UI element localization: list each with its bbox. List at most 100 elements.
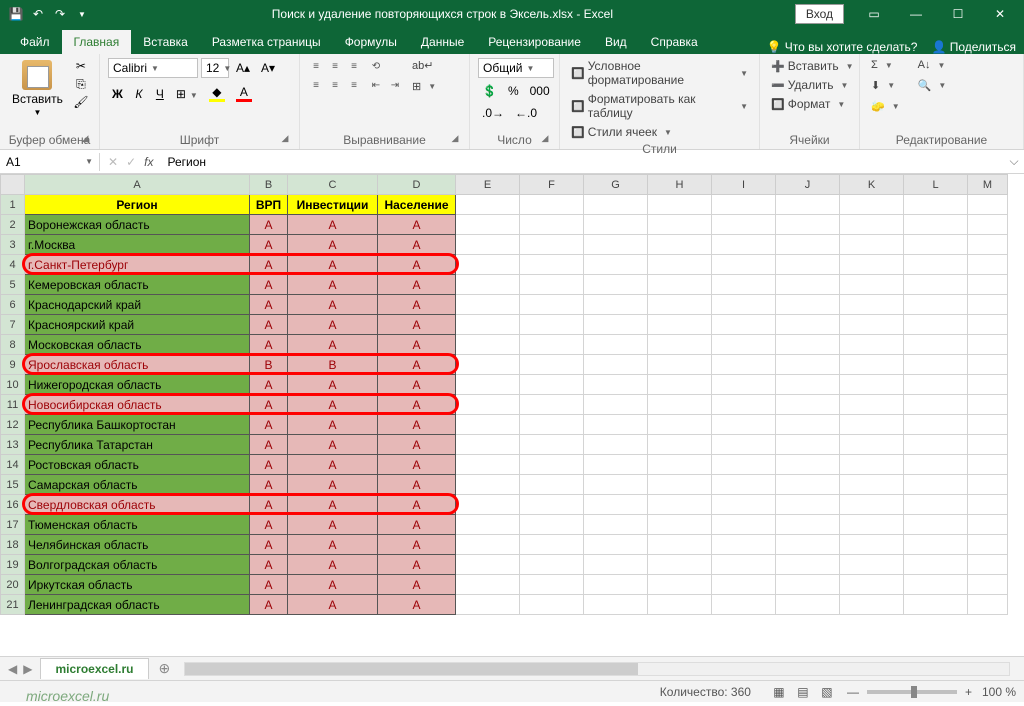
cell[interactable] [648,375,712,395]
sheet-nav-prev-icon[interactable]: ◀ [8,662,17,676]
cell[interactable]: Воронежская область [25,215,250,235]
cell[interactable] [776,475,840,495]
maximize-icon[interactable]: ☐ [938,0,978,28]
align-bottom-icon[interactable]: ≡ [346,58,362,74]
fill-color-button[interactable]: ◆ [205,83,229,104]
cell[interactable] [456,535,520,555]
cell[interactable]: A [378,315,456,335]
cell[interactable]: A [288,535,378,555]
cell[interactable]: A [250,335,288,355]
cell[interactable] [584,555,648,575]
cell[interactable] [904,255,968,275]
cell[interactable]: A [250,595,288,615]
cell[interactable] [712,555,776,575]
cell[interactable] [712,595,776,615]
cell[interactable] [456,235,520,255]
cell[interactable] [456,575,520,595]
cell[interactable] [968,355,1008,375]
cell[interactable] [648,575,712,595]
row-header[interactable]: 4 [1,255,25,275]
row-header[interactable]: 5 [1,275,25,295]
cell[interactable] [776,295,840,315]
fill-button[interactable]: ⬇▼ [868,78,903,93]
cell[interactable] [776,575,840,595]
cell[interactable]: Свердловская область [25,495,250,515]
cell[interactable]: A [250,275,288,295]
cell[interactable] [904,375,968,395]
cell[interactable] [968,535,1008,555]
cell[interactable] [584,495,648,515]
clear-button[interactable]: 🧽▼ [868,99,903,114]
tab-review[interactable]: Рецензирование [476,30,593,54]
cell[interactable]: Республика Татарстан [25,435,250,455]
cell[interactable] [520,315,584,335]
cell[interactable] [968,435,1008,455]
cell[interactable]: A [378,595,456,615]
cell[interactable] [840,275,904,295]
cell[interactable]: Кемеровская область [25,275,250,295]
cell[interactable] [904,275,968,295]
cell[interactable] [712,535,776,555]
row-header[interactable]: 2 [1,215,25,235]
cell[interactable] [840,395,904,415]
cell[interactable]: A [250,515,288,535]
cell[interactable] [968,495,1008,515]
column-header[interactable]: B [250,175,288,195]
cell[interactable] [584,335,648,355]
cell[interactable] [968,275,1008,295]
cell[interactable] [648,275,712,295]
cell[interactable] [776,315,840,335]
cell[interactable] [520,415,584,435]
cell[interactable]: Краснодарский край [25,295,250,315]
cell[interactable] [456,435,520,455]
row-header[interactable]: 3 [1,235,25,255]
cell[interactable]: A [288,595,378,615]
cell[interactable]: Новосибирская область [25,395,250,415]
tab-home[interactable]: Главная [62,30,132,54]
zoom-level[interactable]: 100 % [982,685,1016,699]
cell[interactable] [648,415,712,435]
column-header[interactable]: A [25,175,250,195]
column-header[interactable] [1,175,25,195]
cell[interactable] [584,315,648,335]
cell[interactable] [584,255,648,275]
cell[interactable] [648,515,712,535]
column-header[interactable]: F [520,175,584,195]
cell[interactable] [712,275,776,295]
cell[interactable]: A [250,495,288,515]
enter-formula-icon[interactable]: ✓ [126,155,136,169]
row-header[interactable]: 21 [1,595,25,615]
undo-icon[interactable]: ↶ [30,6,46,22]
cell[interactable] [776,395,840,415]
cell[interactable]: A [288,255,378,275]
cell[interactable] [776,235,840,255]
close-icon[interactable]: ✕ [980,0,1020,28]
currency-icon[interactable]: 💲 [478,82,501,100]
autosum-button[interactable]: Σ▼ [868,58,903,72]
cell[interactable] [456,415,520,435]
cell[interactable]: A [250,535,288,555]
cell[interactable] [776,195,840,215]
cell[interactable] [776,415,840,435]
cell[interactable]: A [378,515,456,535]
cell[interactable]: A [378,415,456,435]
cell[interactable] [776,215,840,235]
cell[interactable] [520,455,584,475]
cell[interactable] [968,515,1008,535]
dec-decimal-icon[interactable]: ←.0 [511,104,541,122]
fx-icon[interactable]: fx [144,155,153,169]
cell[interactable] [712,215,776,235]
cell[interactable] [456,515,520,535]
cell[interactable]: A [378,575,456,595]
cell[interactable] [712,455,776,475]
cell[interactable] [712,395,776,415]
view-normal-icon[interactable]: ▦ [768,684,790,700]
cell[interactable] [904,555,968,575]
cell[interactable]: B [288,355,378,375]
cell[interactable] [648,435,712,455]
cell[interactable]: A [288,515,378,535]
cell[interactable] [840,315,904,335]
cell[interactable] [520,535,584,555]
cell[interactable] [776,595,840,615]
row-header[interactable]: 17 [1,515,25,535]
